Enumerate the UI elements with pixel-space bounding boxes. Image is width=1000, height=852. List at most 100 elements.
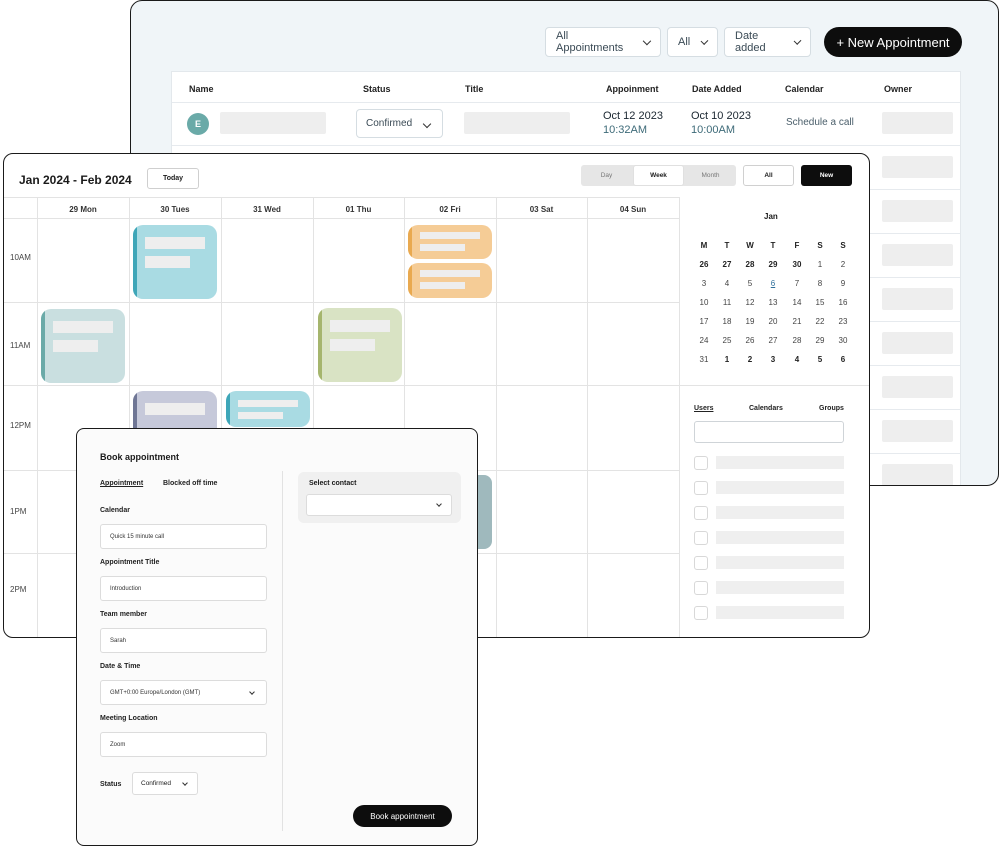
mini-calendar-day[interactable]: 29: [810, 336, 830, 345]
dialog-title: Book appointment: [100, 452, 179, 462]
owner-placeholder: [882, 288, 953, 310]
mini-calendar-day[interactable]: 6: [763, 279, 783, 288]
scope-filter-dropdown[interactable]: All: [667, 27, 718, 57]
name-placeholder: [220, 112, 326, 134]
tab-users[interactable]: Users: [694, 405, 713, 412]
mini-calendar-day[interactable]: 2: [740, 355, 760, 364]
mini-calendar-day[interactable]: 5: [740, 279, 760, 288]
meeting-location-field[interactable]: Zoom: [100, 732, 267, 757]
calendar-event[interactable]: [318, 308, 402, 382]
column-header-owner[interactable]: Owner: [884, 84, 912, 94]
mini-calendar-day[interactable]: 31: [694, 355, 714, 364]
column-header-name[interactable]: Name: [189, 84, 214, 94]
contact-select[interactable]: [306, 494, 452, 516]
mini-calendar-day[interactable]: 10: [694, 298, 714, 307]
user-search-input[interactable]: [694, 421, 844, 443]
mini-calendar-day[interactable]: 23: [833, 317, 853, 326]
mini-calendar-day[interactable]: 28: [740, 260, 760, 269]
calendar-event[interactable]: [226, 391, 310, 427]
tab-day[interactable]: Day: [581, 165, 632, 186]
mini-calendar-day[interactable]: 29: [763, 260, 783, 269]
column-header-title[interactable]: Title: [465, 84, 483, 94]
calendar-label: Calendar: [100, 507, 130, 514]
appointments-filter-dropdown[interactable]: All Appointments: [545, 27, 661, 57]
tab-month[interactable]: Month: [685, 165, 736, 186]
status-select[interactable]: Confirmed: [132, 772, 198, 795]
mini-calendar-day[interactable]: 27: [763, 336, 783, 345]
column-header-status[interactable]: Status: [363, 84, 391, 94]
mini-calendar-day[interactable]: 1: [810, 260, 830, 269]
mini-calendar-day[interactable]: 6: [833, 355, 853, 364]
user-checkbox[interactable]: [694, 481, 708, 495]
mini-calendar-day[interactable]: 21: [787, 317, 807, 326]
mini-calendar-day[interactable]: 3: [694, 279, 714, 288]
mini-calendar-day[interactable]: 22: [810, 317, 830, 326]
tab-calendars[interactable]: Calendars: [749, 405, 783, 412]
tab-blocked-off-time[interactable]: Blocked off time: [163, 480, 217, 487]
mini-calendar-day[interactable]: 15: [810, 298, 830, 307]
status-dropdown[interactable]: Confirmed: [356, 109, 443, 138]
chevron-down-icon: [793, 36, 802, 45]
appointment-date: Oct 12 2023: [603, 110, 663, 122]
all-button[interactable]: All: [743, 165, 794, 186]
mini-calendar-day[interactable]: 14: [787, 298, 807, 307]
weekday-header: S: [817, 241, 823, 250]
mini-calendar-day[interactable]: 4: [787, 355, 807, 364]
tab-week[interactable]: Week: [633, 165, 684, 186]
user-checkbox[interactable]: [694, 556, 708, 570]
calendar-field[interactable]: Quick 15 minute call: [100, 524, 267, 549]
mini-calendar-day[interactable]: 17: [694, 317, 714, 326]
timezone-select[interactable]: GMT+0:00 Europe/London (GMT): [100, 680, 267, 705]
mini-calendar-day[interactable]: 25: [717, 336, 737, 345]
user-checkbox[interactable]: [694, 581, 708, 595]
user-name-placeholder: [716, 606, 844, 619]
user-checkbox[interactable]: [694, 456, 708, 470]
mini-calendar-day[interactable]: 24: [694, 336, 714, 345]
mini-calendar-day[interactable]: 3: [763, 355, 783, 364]
tab-groups[interactable]: Groups: [819, 405, 844, 412]
column-header-appointment[interactable]: Appoinment: [606, 84, 659, 94]
user-checkbox[interactable]: [694, 606, 708, 620]
team-member-field[interactable]: Sarah: [100, 628, 267, 653]
mini-calendar-day[interactable]: 5: [810, 355, 830, 364]
mini-calendar-day[interactable]: 30: [787, 260, 807, 269]
mini-calendar-day[interactable]: 30: [833, 336, 853, 345]
calendar-link[interactable]: Schedule a call: [786, 117, 854, 128]
mini-calendar-day[interactable]: 16: [833, 298, 853, 307]
new-appointment-button[interactable]: + New Appointment: [824, 27, 962, 57]
event-title-placeholder: [53, 321, 113, 333]
user-checkbox[interactable]: [694, 531, 708, 545]
mini-calendar-day[interactable]: 8: [810, 279, 830, 288]
column-header-date-added[interactable]: Date Added: [692, 84, 742, 94]
sort-filter-dropdown[interactable]: Date added: [724, 27, 811, 57]
mini-calendar-day[interactable]: 7: [787, 279, 807, 288]
mini-calendar-day[interactable]: 11: [717, 298, 737, 307]
divider: [679, 197, 680, 637]
field-value: Confirmed: [141, 780, 171, 787]
mini-calendar-day[interactable]: 28: [787, 336, 807, 345]
mini-calendar-day[interactable]: 13: [763, 298, 783, 307]
calendar-event[interactable]: [408, 225, 492, 259]
mini-calendar-day[interactable]: 9: [833, 279, 853, 288]
mini-calendar-day[interactable]: 12: [740, 298, 760, 307]
mini-calendar-day[interactable]: 4: [717, 279, 737, 288]
tab-appointment[interactable]: Appointment: [100, 480, 143, 487]
mini-calendar-day[interactable]: 2: [833, 260, 853, 269]
column-header-calendar[interactable]: Calendar: [785, 84, 824, 94]
field-value: Introduction: [110, 585, 142, 592]
mini-calendar-day[interactable]: 26: [694, 260, 714, 269]
mini-calendar-day[interactable]: 20: [763, 317, 783, 326]
mini-calendar-day[interactable]: 18: [717, 317, 737, 326]
mini-calendar-day[interactable]: 27: [717, 260, 737, 269]
today-button[interactable]: Today: [147, 168, 199, 189]
mini-calendar-day[interactable]: 26: [740, 336, 760, 345]
mini-calendar-day[interactable]: 1: [717, 355, 737, 364]
calendar-event[interactable]: [41, 309, 125, 383]
user-checkbox[interactable]: [694, 506, 708, 520]
new-event-button[interactable]: New: [801, 165, 852, 186]
book-appointment-button[interactable]: Book appointment: [353, 805, 452, 827]
calendar-event[interactable]: [133, 225, 217, 299]
appointment-title-field[interactable]: Introduction: [100, 576, 267, 601]
calendar-event[interactable]: [408, 263, 492, 298]
mini-calendar-day[interactable]: 19: [740, 317, 760, 326]
